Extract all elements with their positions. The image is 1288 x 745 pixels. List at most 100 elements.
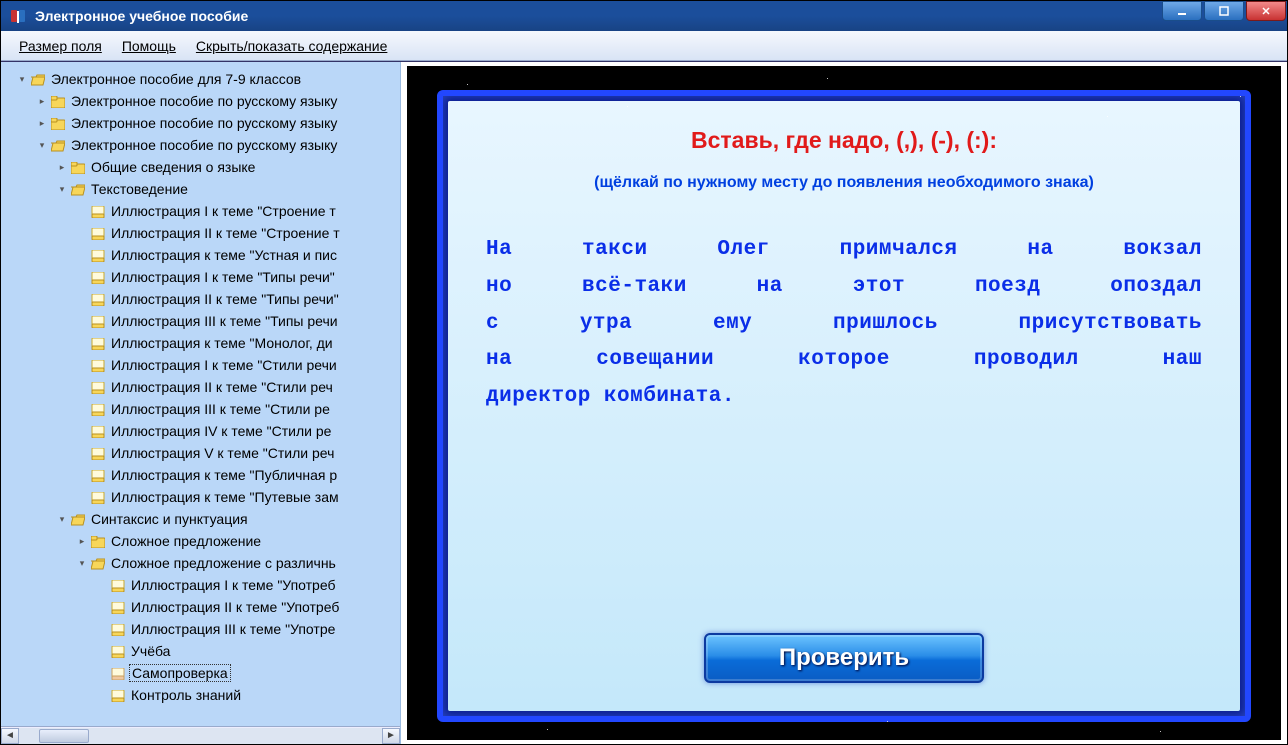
titlebar: Электронное учебное пособие: [1, 1, 1287, 31]
check-button[interactable]: Проверить: [704, 633, 984, 683]
app-window: Электронное учебное пособие Размер поля …: [0, 0, 1288, 745]
tree-label: Электронное пособие по русскому языку: [69, 115, 339, 131]
folder-icon: [91, 535, 105, 547]
tree-toggle-icon: [97, 646, 107, 656]
page-icon: [91, 469, 105, 481]
app-icon: [9, 7, 27, 25]
task-line[interactable]: на совещании которое проводил наш: [486, 342, 1202, 379]
task-line[interactable]: директор комбината.: [486, 379, 1202, 416]
tree-toggle-icon[interactable]: ▸: [57, 162, 67, 172]
tree-toggle-icon: [97, 580, 107, 590]
minimize-button[interactable]: [1162, 1, 1202, 21]
tree-toggle-icon: [77, 382, 87, 392]
page-icon: [91, 249, 105, 261]
horizontal-scrollbar[interactable]: ◄ ►: [1, 726, 400, 744]
tree-toggle-icon[interactable]: ▾: [57, 514, 67, 524]
tree-label: Иллюстрация II к теме "Строение т: [109, 225, 342, 241]
page-icon: [91, 205, 105, 217]
scrollbar-track[interactable]: [19, 728, 382, 744]
scrollbar-thumb[interactable]: [39, 729, 89, 743]
tree-label: Иллюстрация II к теме "Употреб: [129, 599, 341, 615]
page-icon: [91, 491, 105, 503]
tree-view[interactable]: ▾Электронное пособие для 7-9 классов ▸ Эле…: [1, 62, 400, 726]
maximize-button[interactable]: [1204, 1, 1244, 21]
tree-item-root[interactable]: ▾Электронное пособие для 7-9 классов: [1, 68, 400, 90]
page-icon: [111, 645, 125, 657]
tree-toggle-icon[interactable]: ▾: [37, 140, 47, 150]
task-body[interactable]: На такси Олег примчался на вокзално всё-…: [480, 192, 1208, 633]
tree-item-text-8[interactable]: Иллюстрация II к теме "Стили реч: [1, 376, 400, 398]
tree-label: Иллюстрация III к теме "Стили ре: [109, 401, 332, 417]
tree-item-complex-3[interactable]: Учёба: [1, 640, 400, 662]
tree-toggle-icon[interactable]: ▸: [37, 118, 47, 128]
tree-item-text-0[interactable]: Иллюстрация I к теме "Строение т: [1, 200, 400, 222]
menu-toggle-contents[interactable]: Скрыть/показать содержание: [186, 34, 397, 58]
tree-item-text-13[interactable]: Иллюстрация к теме "Путевые зам: [1, 486, 400, 508]
tree-item-rus-c[interactable]: ▾Электронное пособие по русскому языку: [1, 134, 400, 156]
tree-label: Иллюстрация II к теме "Типы речи": [109, 291, 341, 307]
menu-help[interactable]: Помощь: [112, 34, 186, 58]
close-button[interactable]: [1246, 1, 1286, 21]
tree-item-complex-5[interactable]: Контроль знаний: [1, 684, 400, 706]
folder-icon: [51, 117, 65, 129]
tree-item-complex-0[interactable]: Иллюстрация I к теме "Употреб: [1, 574, 400, 596]
page-icon: [111, 579, 125, 591]
menu-field-size[interactable]: Размер поля: [9, 34, 112, 58]
page-icon: [111, 689, 125, 701]
tree-item-syntax[interactable]: ▾ Синтаксис и пунктуация: [1, 508, 400, 530]
tree-item-text-12[interactable]: Иллюстрация к теме "Публичная р: [1, 464, 400, 486]
tree-item-text-11[interactable]: Иллюстрация V к теме "Стили реч: [1, 442, 400, 464]
tree-item-text-2[interactable]: Иллюстрация к теме "Устная и пис: [1, 244, 400, 266]
tree-toggle-icon[interactable]: ▾: [57, 184, 67, 194]
tree-label: Иллюстрация к теме "Путевые зам: [109, 489, 341, 505]
tree-label: Иллюстрация I к теме "Стили речи: [109, 357, 339, 373]
tree-label: Иллюстрация III к теме "Употре: [129, 621, 337, 637]
page-icon: [91, 403, 105, 415]
task-line[interactable]: На такси Олег примчался на вокзал: [486, 232, 1202, 269]
tree-item-text-3[interactable]: Иллюстрация I к теме "Типы речи": [1, 266, 400, 288]
tree-toggle-icon: [77, 448, 87, 458]
tree-item-rus-b[interactable]: ▸ Электронное пособие по русскому языку: [1, 112, 400, 134]
page-icon: [91, 293, 105, 305]
tree-item-text-9[interactable]: Иллюстрация III к теме "Стили ре: [1, 398, 400, 420]
tree-toggle-icon[interactable]: ▸: [77, 536, 87, 546]
tree-item-text-6[interactable]: Иллюстрация к теме "Монолог, ди: [1, 332, 400, 354]
page-icon: [91, 425, 105, 437]
exercise-frame: Вставь, где надо, (,), (-), (:): (щёлкай…: [437, 90, 1251, 722]
tree-label: Текстоведение: [89, 181, 190, 197]
tree-item-general-info[interactable]: ▸ Общие сведения о языке: [1, 156, 400, 178]
tree-item-complex-various[interactable]: ▾Сложное предложение с различнь: [1, 552, 400, 574]
task-line[interactable]: с утра ему пришлось присутствовать: [486, 306, 1202, 343]
page-icon: [91, 447, 105, 459]
tree-label: Учёба: [129, 643, 172, 659]
tree-toggle-icon[interactable]: ▾: [77, 558, 87, 568]
tree-label: Иллюстрация к теме "Монолог, ди: [109, 335, 335, 351]
page-icon: [91, 337, 105, 349]
tree-item-text-7[interactable]: Иллюстрация I к теме "Стили речи: [1, 354, 400, 376]
tree-label: Общие сведения о языке: [89, 159, 257, 175]
tree-item-textology[interactable]: ▾ Текстоведение: [1, 178, 400, 200]
page-icon: [91, 359, 105, 371]
scroll-left-button[interactable]: ◄: [1, 728, 19, 744]
tree-label: Иллюстрация I к теме "Употреб: [129, 577, 337, 593]
task-line[interactable]: но всё-таки на этот поезд опоздал: [486, 269, 1202, 306]
tree-item-complex-2[interactable]: Иллюстрация III к теме "Употре: [1, 618, 400, 640]
tree-toggle-icon: [77, 228, 87, 238]
tree-item-text-1[interactable]: Иллюстрация II к теме "Строение т: [1, 222, 400, 244]
tree-toggle-icon[interactable]: ▾: [17, 74, 27, 84]
tree-item-text-5[interactable]: Иллюстрация III к теме "Типы речи: [1, 310, 400, 332]
page-icon: [91, 381, 105, 393]
tree-label: Самопроверка: [129, 664, 231, 682]
tree-toggle-icon[interactable]: ▸: [37, 96, 47, 106]
tree-label: Синтаксис и пунктуация: [89, 511, 250, 527]
tree-item-rus-a[interactable]: ▸Электронное пособие по русскому языку: [1, 90, 400, 112]
tree-item-complex-sentence[interactable]: ▸Сложное предложение: [1, 530, 400, 552]
tree-item-text-4[interactable]: Иллюстрация II к теме "Типы речи": [1, 288, 400, 310]
tree-toggle-icon: [77, 404, 87, 414]
tree-item-complex-4[interactable]: Самопроверка: [1, 662, 400, 684]
tree-item-text-10[interactable]: Иллюстрация IV к теме "Стили ре: [1, 420, 400, 442]
scroll-right-button[interactable]: ►: [382, 728, 400, 744]
folder-icon: [51, 95, 65, 107]
tree-item-complex-1[interactable]: Иллюстрация II к теме "Употреб: [1, 596, 400, 618]
tree-label: Иллюстрация I к теме "Типы речи": [109, 269, 337, 285]
